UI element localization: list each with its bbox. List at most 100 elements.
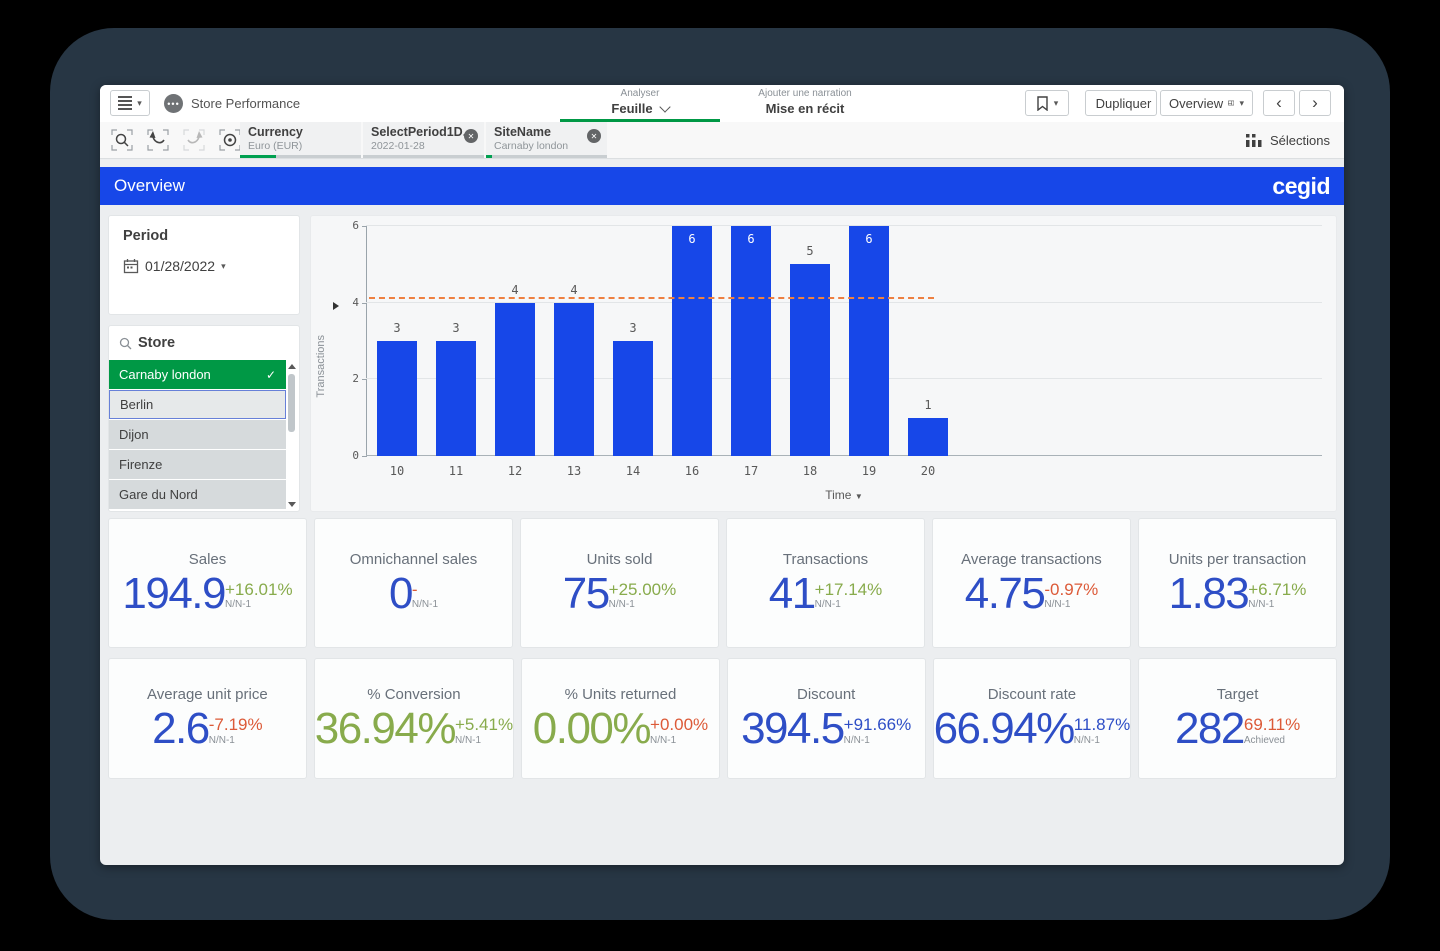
kpi-card-units-per-transaction[interactable]: Units per transaction1.83+6.71%N/N-1 bbox=[1138, 518, 1337, 648]
previous-sheet-button[interactable]: ‹ bbox=[1263, 90, 1295, 116]
kpi-card-discount-rate[interactable]: Discount rate66.94%11.87%N/N-1 bbox=[933, 658, 1132, 779]
y-tick-label: 2 bbox=[339, 372, 359, 385]
sheet-selector-label: Overview bbox=[1169, 96, 1223, 111]
kpi-card-units-sold[interactable]: Units sold75+25.00%N/N-1 bbox=[520, 518, 719, 648]
duplicate-button[interactable]: Dupliquer bbox=[1085, 90, 1157, 116]
clear-selections-button[interactable] bbox=[218, 128, 242, 152]
bar-10[interactable] bbox=[377, 341, 417, 456]
smart-search-button[interactable] bbox=[110, 128, 134, 152]
kpi-card-sales[interactable]: Sales194.9+16.01%N/N-1 bbox=[108, 518, 307, 648]
bar-12[interactable] bbox=[495, 303, 535, 456]
bar-value-label: 3 bbox=[613, 321, 653, 335]
kpi-comparison-label: N/N-1 bbox=[609, 599, 635, 610]
kpi-delta: 11.87% bbox=[1074, 716, 1130, 735]
average-reference-line bbox=[369, 297, 934, 299]
scrollbar-thumb[interactable] bbox=[288, 374, 295, 432]
filter-chip[interactable]: SelectPeriod1D...2022-01-28✕ bbox=[363, 122, 484, 158]
bar-value-label: 3 bbox=[377, 321, 417, 335]
kpi-comparison-label: N/N-1 bbox=[1248, 599, 1274, 610]
filter-chip[interactable]: CurrencyEuro (EUR) bbox=[240, 122, 361, 158]
kpi-comparison-label: Achieved bbox=[1244, 735, 1285, 746]
bar-13[interactable] bbox=[554, 303, 594, 456]
x-tick-label: 12 bbox=[495, 464, 535, 478]
sheet-selector-button[interactable]: Overview ▾ bbox=[1160, 90, 1253, 116]
x-tick-label: 18 bbox=[790, 464, 830, 478]
clear-filter-icon[interactable]: ✕ bbox=[587, 129, 601, 143]
kpi-delta: 69.11% bbox=[1244, 716, 1300, 735]
kpi-delta: -0.97% bbox=[1044, 581, 1098, 600]
bar-16[interactable] bbox=[672, 226, 712, 456]
chip-underline bbox=[486, 155, 607, 158]
store-list-item[interactable]: Firenze bbox=[109, 450, 286, 479]
kpi-comparison-label: N/N-1 bbox=[1044, 599, 1070, 610]
kpi-card-average-transactions[interactable]: Average transactions4.75-0.97%N/N-1 bbox=[932, 518, 1131, 648]
kpi-delta: +91.66% bbox=[844, 716, 912, 735]
kpi-card-transactions[interactable]: Transactions41+17.14%N/N-1 bbox=[726, 518, 925, 648]
kpi-value: 194.9 bbox=[122, 572, 225, 616]
next-sheet-button[interactable]: › bbox=[1299, 90, 1331, 116]
step-forward-button[interactable] bbox=[182, 128, 206, 152]
kpi-delta: +25.00% bbox=[609, 581, 677, 600]
y-axis-title: Transactions bbox=[315, 286, 327, 446]
bar-value-label: 6 bbox=[731, 232, 771, 246]
bar-17[interactable] bbox=[731, 226, 771, 456]
kpi-title: Omnichannel sales bbox=[350, 551, 478, 568]
store-scrollbar[interactable] bbox=[287, 362, 297, 509]
x-tick-label: 13 bbox=[554, 464, 594, 478]
store-list-item[interactable]: Carnaby london✓ bbox=[109, 360, 286, 389]
store-search[interactable]: Store bbox=[109, 326, 299, 358]
bar-14[interactable] bbox=[613, 341, 653, 456]
bookmark-button[interactable]: ▾ bbox=[1025, 90, 1069, 116]
kpi-card--conversion[interactable]: % Conversion36.94%+5.41%N/N-1 bbox=[314, 658, 514, 779]
step-back-button[interactable] bbox=[146, 128, 170, 152]
analyser-tab[interactable]: Analyser Feuille bbox=[570, 88, 710, 117]
kpi-card-omnichannel-sales[interactable]: Omnichannel sales0-N/N-1 bbox=[314, 518, 513, 648]
analyser-label: Analyser bbox=[570, 88, 710, 101]
kpi-card-discount[interactable]: Discount394.5+91.66%N/N-1 bbox=[727, 658, 926, 779]
kpi-comparison-label: N/N-1 bbox=[412, 599, 438, 610]
narration-tab[interactable]: Ajouter une narration Mise en récit bbox=[720, 88, 890, 117]
x-axis-labels: 10111213141617181920 bbox=[366, 464, 1322, 480]
bar-19[interactable] bbox=[849, 226, 889, 456]
x-tick-label: 10 bbox=[377, 464, 417, 478]
chevron-down-icon: ▾ bbox=[137, 98, 142, 109]
kpi-comparison-label: N/N-1 bbox=[844, 735, 870, 746]
kpi-card-average-unit-price[interactable]: Average unit price2.6-7.19%N/N-1 bbox=[108, 658, 307, 779]
bar-20[interactable] bbox=[908, 418, 948, 456]
selections-tool-button[interactable]: Sélections bbox=[1245, 122, 1330, 158]
search-icon bbox=[117, 135, 126, 144]
bar-value-label: 3 bbox=[436, 321, 476, 335]
filter-chip-value: 2022-01-28 bbox=[371, 140, 476, 152]
cegid-logo: cegid bbox=[1272, 173, 1330, 200]
kpi-delta: +0.00% bbox=[650, 716, 708, 735]
kpi-title: Discount rate bbox=[988, 686, 1076, 703]
kpi-title: Target bbox=[1217, 686, 1259, 703]
chevron-down-icon: ▾ bbox=[1054, 98, 1059, 109]
bar-11[interactable] bbox=[436, 341, 476, 456]
kpi-card-target[interactable]: Target28269.11%Achieved bbox=[1138, 658, 1337, 779]
x-axis-title[interactable]: Time ▼ bbox=[366, 488, 1322, 502]
transactions-bar-chart[interactable]: Transactions 3344366561 0246 10111213141… bbox=[310, 215, 1337, 512]
x-tick-label: 20 bbox=[908, 464, 948, 478]
bar-18[interactable] bbox=[790, 264, 830, 456]
selections-label: Sélections bbox=[1270, 133, 1330, 148]
global-menu-button[interactable]: ▾ bbox=[110, 90, 150, 116]
store-item-label: Firenze bbox=[119, 457, 162, 472]
scroll-down-icon[interactable] bbox=[288, 502, 296, 507]
period-date-picker[interactable]: 01/28/2022 ▾ bbox=[123, 258, 285, 274]
kpi-title: Discount bbox=[797, 686, 855, 703]
clear-filter-icon[interactable]: ✕ bbox=[464, 129, 478, 143]
kpi-title: Sales bbox=[189, 551, 227, 568]
narration-value: Mise en récit bbox=[766, 101, 845, 117]
store-list-item[interactable]: Dijon bbox=[109, 420, 286, 449]
kpi-value: 0 bbox=[389, 572, 412, 616]
scroll-up-icon[interactable] bbox=[288, 364, 296, 369]
store-list-item[interactable]: Berlin bbox=[109, 390, 286, 419]
kpi-row-2: Average unit price2.6-7.19%N/N-1% Conver… bbox=[108, 658, 1337, 779]
store-list-item[interactable]: Gare du Nord bbox=[109, 480, 286, 509]
bookmark-icon bbox=[1036, 96, 1049, 111]
filter-chip[interactable]: SiteNameCarnaby london✕ bbox=[486, 122, 607, 158]
app-options-icon[interactable]: ••• bbox=[164, 94, 183, 113]
search-icon bbox=[119, 337, 132, 350]
kpi-card--units-returned[interactable]: % Units returned0.00%+0.00%N/N-1 bbox=[521, 658, 720, 779]
